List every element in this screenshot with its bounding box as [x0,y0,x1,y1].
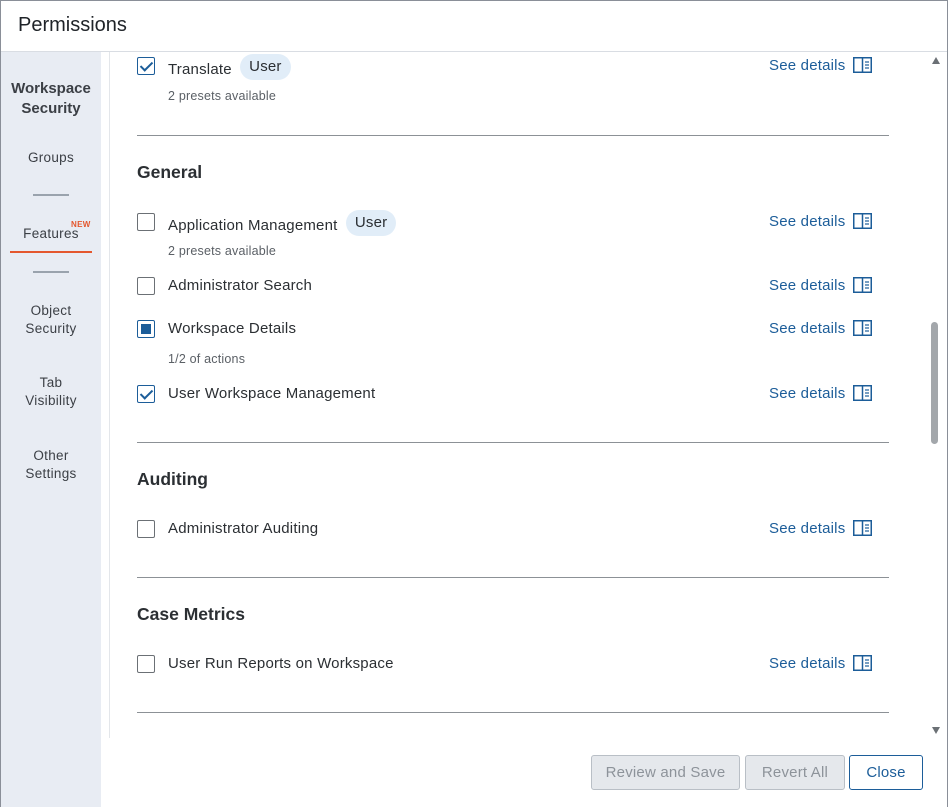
sidebar-divider [33,194,69,196]
permission-label: Workspace Details [168,320,297,337]
section-title-auditing: Auditing [137,469,208,489]
workspace-details-checkbox[interactable] [137,320,155,338]
presets-text: 2 presets available [168,244,277,258]
permission-label: Administrator Search [168,277,313,294]
actions-count-text: 1/2 of actions [168,352,246,366]
see-details-link[interactable]: See details [769,655,845,672]
sidebar-item-other-settings[interactable]: Other Settings [1,447,101,483]
section-divider [137,135,889,136]
vertical-scrollbar[interactable] [927,52,947,738]
dialog-title: Permissions [18,14,127,36]
user-tag: User [345,210,397,236]
sidebar-item-tab-visibility[interactable]: Tab Visibility [1,374,101,410]
sidebar-section-title: Workspace Security [11,80,91,117]
application-management-checkbox[interactable] [137,213,155,231]
see-details-link[interactable]: See details [769,57,845,74]
permission-row: User Run Reports on Workspace See detail… [137,652,877,676]
details-panel-icon[interactable] [853,213,872,229]
sidebar-item-groups[interactable]: Groups [1,149,101,167]
see-details-link[interactable]: See details [769,277,845,294]
details-panel-icon[interactable] [853,520,872,536]
administrator-auditing-checkbox[interactable] [137,520,155,538]
sidebar: Workspace Security Groups Features NEW O… [1,52,101,807]
section-divider [137,577,889,578]
permission-label: Application Management [168,216,338,234]
permission-label: User Run Reports on Workspace [168,655,394,672]
see-details-link[interactable]: See details [769,385,845,402]
details-panel-icon[interactable] [853,655,872,671]
permissions-dialog: Permissions Workspace Security Groups Fe… [0,0,948,807]
review-and-save-button[interactable]: Review and Save [591,755,740,790]
title-bar: Permissions [1,1,947,52]
permission-label: User Workspace Management [168,385,376,402]
sidebar-divider [33,271,69,273]
permission-label: Administrator Auditing [168,520,319,537]
presets-text: 2 presets available [168,89,277,103]
close-button[interactable]: Close [849,755,923,790]
administrator-search-checkbox[interactable] [137,277,155,295]
permission-label: Translate [168,60,232,78]
section-divider [137,712,889,713]
panel-divider [109,52,110,738]
see-details-link[interactable]: See details [769,520,845,537]
translate-checkbox[interactable] [137,57,155,75]
active-item-indicator [10,251,92,253]
see-details-link[interactable]: See details [769,320,845,337]
section-title-case-metrics: Case Metrics [137,604,245,624]
section-divider [137,442,889,443]
section-title-general: General [137,162,203,182]
permission-row: Application Management User See details [137,210,877,236]
revert-all-button[interactable]: Revert All [745,755,845,790]
user-tag: User [240,54,291,80]
details-panel-icon[interactable] [853,385,872,401]
scroll-down-arrow-icon[interactable] [932,727,940,734]
permission-row: Administrator Auditing See details [137,517,877,541]
user-run-reports-checkbox[interactable] [137,655,155,673]
details-panel-icon[interactable] [853,57,872,73]
permission-row: Administrator Search See details [137,274,877,298]
details-panel-icon[interactable] [853,277,872,293]
permission-row: Translate User See details [137,54,877,80]
sidebar-item-object-security[interactable]: Object Security [1,302,101,338]
details-panel-icon[interactable] [853,320,872,336]
dialog-footer: Review and Save Revert All Close [101,738,947,807]
scroll-thumb[interactable] [931,322,938,444]
features-panel: Translate User See details 2 presets ava… [101,52,927,738]
permission-row: User Workspace Management See details [137,382,877,406]
permission-row: Workspace Details See details [137,317,877,341]
see-details-link[interactable]: See details [769,213,845,230]
user-workspace-management-checkbox[interactable] [137,385,155,403]
new-badge: NEW [71,220,91,229]
scroll-up-arrow-icon[interactable] [932,57,940,64]
